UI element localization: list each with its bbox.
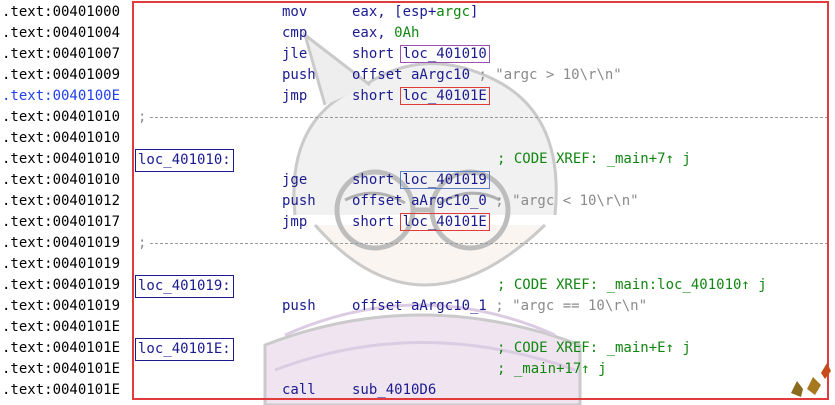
address[interactable]: .text:0040101E (2, 338, 120, 359)
operand-text-post: ] (470, 4, 479, 20)
code-label[interactable]: loc_401019: (135, 275, 234, 298)
operand[interactable]: short loc_401010 (352, 44, 490, 65)
address[interactable]: .text:0040101E (2, 359, 120, 380)
mnemonic[interactable]: cmp (282, 23, 307, 44)
listing-row[interactable]: .text:0040101E (0, 317, 835, 338)
operand[interactable]: offset aArgc10_1 ; "argc == 10\r\n" (352, 296, 647, 317)
address[interactable]: .text:00401010 (2, 128, 120, 149)
operand-text: offset aArgc10_1 (352, 298, 487, 314)
operand-text: short (352, 214, 403, 230)
listing-row[interactable]: .text:0040101E loc_40101E: ; CODE XREF: _m… (0, 338, 835, 361)
operand-text: sub_4010D6 (352, 382, 437, 398)
mnemonic[interactable]: push (282, 191, 316, 212)
address[interactable]: .text:00401019 (2, 254, 120, 275)
address[interactable]: .text:00401004 (2, 23, 120, 44)
mnemonic[interactable]: call (282, 380, 316, 401)
address[interactable]: .text:0040101E (2, 380, 120, 401)
operand-immediate: 0Ah (394, 25, 420, 41)
mnemonic[interactable]: jmp (282, 86, 307, 107)
listing-row[interactable]: .text:0040100E jmp short loc_40101E (0, 86, 835, 107)
separator-semicolon: ; (138, 109, 147, 125)
string-comment: ; "argc > 10\r\n" (470, 67, 622, 83)
operand-text: offset aArgc10_0 (352, 193, 487, 209)
operand[interactable]: eax, [esp+argc] (352, 2, 478, 23)
listing-row[interactable]: .text:00401009 push offset aArgc10 ; "argc… (0, 65, 835, 86)
operand[interactable]: short loc_40101E (352, 212, 490, 233)
address[interactable]: .text:00401010 (2, 149, 120, 170)
mnemonic[interactable]: jge (282, 170, 307, 191)
string-comment: ; "argc < 10\r\n" (486, 193, 639, 209)
operand[interactable]: short loc_40101E (352, 86, 490, 107)
operand[interactable]: offset aArgc10 ; "argc > 10\r\n" (352, 65, 622, 86)
address[interactable]: .text:00401019 (2, 233, 120, 254)
code-xref-comment[interactable]: ; CODE XREF: _main+E↑ j (497, 338, 691, 359)
listing-row[interactable]: .text:00401004 cmp eax, 0Ah (0, 23, 835, 44)
mnemonic[interactable]: jle (282, 44, 307, 65)
address[interactable]: .text:0040101E (2, 317, 120, 338)
separator-semicolon: ; (138, 235, 147, 251)
operand-text: eax, (352, 25, 395, 41)
address[interactable]: .text:00401000 (2, 2, 120, 23)
listing-row[interactable]: .text:00401010; (0, 107, 835, 128)
listing-row[interactable]: .text:00401010 loc_401010: ; CODE XREF: _m… (0, 149, 835, 172)
operand[interactable]: offset aArgc10_0 ; "argc < 10\r\n" (352, 191, 639, 212)
listing-row[interactable]: .text:00401017 jmp short loc_40101E (0, 212, 835, 233)
operand-text: short (352, 46, 403, 62)
listing-row[interactable]: .text:00401019; (0, 233, 835, 254)
listing-row[interactable]: .text:00401007 jle short loc_401010 (0, 44, 835, 65)
jump-target-link[interactable]: loc_40101E (399, 87, 490, 105)
leaf-decoration-icon (791, 363, 831, 397)
code-xref-comment[interactable]: ; _main+17↑ j (497, 359, 607, 380)
mnemonic[interactable]: mov (282, 2, 307, 23)
jump-target-link[interactable]: loc_40101E (399, 213, 490, 231)
mnemonic[interactable]: jmp (282, 212, 307, 233)
separator-line (150, 243, 828, 244)
separator-line (150, 117, 828, 118)
operand-arg: argc (436, 4, 471, 20)
listing-row[interactable]: .text:00401000 mov eax, [esp+argc] (0, 2, 835, 23)
listing-row[interactable]: .text:0040101E ; _main+17↑ j (0, 359, 835, 380)
listing-row[interactable]: .text:00401019 push offset aArgc10_1 ; "ar… (0, 296, 835, 317)
address[interactable]: .text:0040100E (2, 86, 120, 107)
address[interactable]: .text:00401017 (2, 212, 120, 233)
address[interactable]: .text:00401009 (2, 65, 120, 86)
listing-row[interactable]: .text:00401012 push offset aArgc10_0 ; "ar… (0, 191, 835, 212)
address[interactable]: .text:00401019 (2, 275, 120, 296)
jump-target-link[interactable]: loc_401010 (399, 45, 490, 63)
mnemonic[interactable]: push (282, 65, 316, 86)
code-label[interactable]: loc_401010: (135, 149, 234, 172)
code-xref-comment[interactable]: ; CODE XREF: _main:loc_401010↑ j (497, 275, 767, 296)
address[interactable]: .text:00401010 (2, 170, 120, 191)
disassembly-view[interactable]: .text:00401000 mov eax, [esp+argc] .text:00… (0, 0, 835, 405)
address[interactable]: .text:00401010 (2, 107, 120, 128)
address[interactable]: .text:00401007 (2, 44, 120, 65)
operand-text: eax, [esp+ (352, 4, 437, 20)
code-label[interactable]: loc_40101E: (135, 338, 234, 361)
operand-text: short (352, 172, 403, 188)
operand[interactable]: sub_4010D6 (352, 380, 436, 401)
code-xref-comment[interactable]: ; CODE XREF: _main+7↑ j (497, 149, 691, 170)
operand-text: offset aArgc10 (352, 67, 471, 83)
operand[interactable]: eax, 0Ah (352, 23, 419, 44)
listing-row[interactable]: .text:00401010 jge short loc_401019 (0, 170, 835, 191)
listing-row[interactable]: .text:0040101E call sub_4010D6 (0, 380, 835, 401)
mnemonic[interactable]: push (282, 296, 316, 317)
operand[interactable]: short loc_401019 (352, 170, 490, 191)
listing-row[interactable]: .text:00401010 (0, 128, 835, 149)
address[interactable]: .text:00401012 (2, 191, 120, 212)
listing-row[interactable]: .text:00401019 loc_401019: ; CODE XREF: _m… (0, 275, 835, 298)
string-comment: ; "argc == 10\r\n" (486, 298, 648, 314)
listing-row[interactable]: .text:00401019 (0, 254, 835, 275)
jump-target-link[interactable]: loc_401019 (399, 171, 490, 189)
address[interactable]: .text:00401019 (2, 296, 120, 317)
operand-text: short (352, 88, 403, 104)
